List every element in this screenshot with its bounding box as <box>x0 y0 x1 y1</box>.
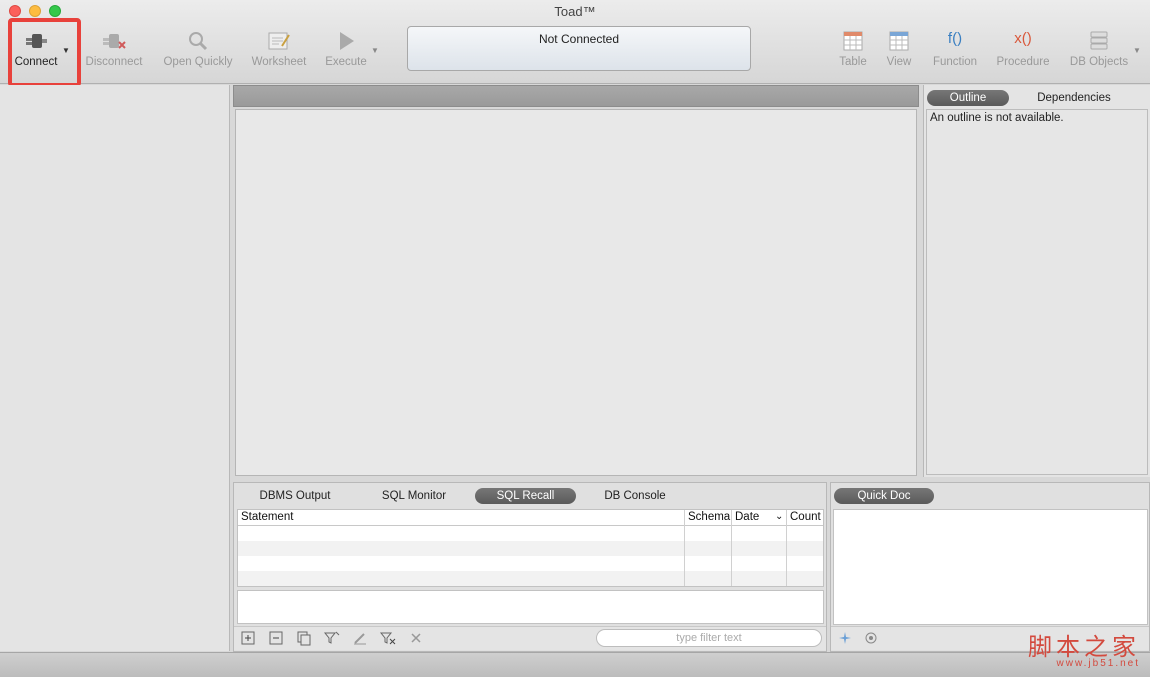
tab-dbms-output[interactable]: DBMS Output <box>250 488 340 504</box>
worksheet-icon <box>268 32 290 50</box>
bottom-tabs: DBMS Output SQL Monitor SQL Recall DB Co… <box>234 487 828 507</box>
sort-chevron-icon: ⌄ <box>775 511 784 522</box>
clear-filter-icon[interactable] <box>379 630 397 646</box>
quick-doc-content <box>833 509 1148 625</box>
window-title: Toad™ <box>554 4 596 19</box>
play-icon <box>340 32 354 50</box>
toolbar: Toad™ Connect ▼ Disconnect Open Quickly <box>0 0 1150 87</box>
disconnect-plug-icon <box>103 34 126 49</box>
outline-message: An outline is not available. <box>930 112 1064 124</box>
filter-icon[interactable] <box>323 630 341 646</box>
connections-sidebar <box>0 85 230 651</box>
target-icon[interactable] <box>862 630 880 646</box>
tab-db-console[interactable]: DB Console <box>596 488 674 504</box>
db-objects-dropdown-icon[interactable]: ▼ <box>1133 46 1141 55</box>
filter-input[interactable]: type filter text <box>596 629 822 647</box>
remove-icon[interactable] <box>267 630 285 646</box>
table-header: Statement Schema Date ⌄ Count <box>238 510 823 526</box>
column-statement[interactable]: Statement <box>241 511 293 523</box>
open-quickly-button[interactable]: Open Quickly <box>158 30 238 76</box>
column-divider <box>786 510 787 586</box>
procedure-label: Procedure <box>996 56 1050 68</box>
edit-icon[interactable] <box>351 630 369 646</box>
tab-sql-recall[interactable]: SQL Recall <box>475 488 576 504</box>
outline-panel: Outline Dependencies An outline is not a… <box>923 85 1150 477</box>
outline-content: An outline is not available. <box>926 109 1148 475</box>
db-objects-label: DB Objects <box>1069 56 1129 68</box>
view-icon <box>889 31 909 51</box>
execute-label: Execute <box>325 56 367 68</box>
recall-toolbar: type filter text <box>234 626 826 650</box>
magnifier-icon <box>189 32 208 51</box>
status-bar <box>0 652 1150 677</box>
db-objects-button[interactable]: DB Objects <box>1059 30 1139 76</box>
connection-status-box: Not Connected <box>407 26 751 71</box>
bottom-panel: DBMS Output SQL Monitor SQL Recall DB Co… <box>233 482 827 652</box>
sql-editor[interactable] <box>235 109 917 476</box>
table-row <box>238 541 823 556</box>
disconnect-button[interactable]: Disconnect <box>74 30 154 76</box>
column-divider <box>684 510 685 586</box>
tab-dependencies[interactable]: Dependencies <box>1024 90 1124 106</box>
column-schema[interactable]: Schema <box>688 511 730 523</box>
database-icon <box>1090 31 1108 50</box>
sparkle-icon[interactable] <box>836 630 854 646</box>
procedure-icon: x() <box>1014 30 1032 47</box>
column-divider <box>731 510 732 586</box>
editor-tab-bar <box>233 85 919 107</box>
statement-preview[interactable] <box>237 590 824 624</box>
add-icon[interactable] <box>239 630 257 646</box>
tab-sql-monitor[interactable]: SQL Monitor <box>374 488 454 504</box>
tab-outline[interactable]: Outline <box>927 90 1009 106</box>
column-count[interactable]: Count <box>790 511 821 523</box>
tab-quick-doc[interactable]: Quick Doc <box>834 488 934 504</box>
connection-status-text: Not Connected <box>538 32 620 46</box>
column-date[interactable]: Date <box>735 511 759 523</box>
watermark: 脚本之家 www.jb51.net <box>1028 627 1140 669</box>
connect-highlight-box <box>8 18 81 87</box>
filter-placeholder: type filter text <box>676 632 742 644</box>
execute-dropdown-icon[interactable]: ▼ <box>371 46 379 55</box>
copy-icon[interactable] <box>295 630 313 646</box>
procedure-button[interactable]: x() Procedure <box>983 30 1063 76</box>
close-icon[interactable] <box>407 630 425 646</box>
table-row <box>238 571 823 586</box>
watermark-cn: 脚本之家 <box>1028 633 1140 661</box>
disconnect-label: Disconnect <box>85 56 143 68</box>
sql-recall-table: Statement Schema Date ⌄ Count <box>237 509 824 587</box>
open-quickly-label: Open Quickly <box>163 56 233 68</box>
